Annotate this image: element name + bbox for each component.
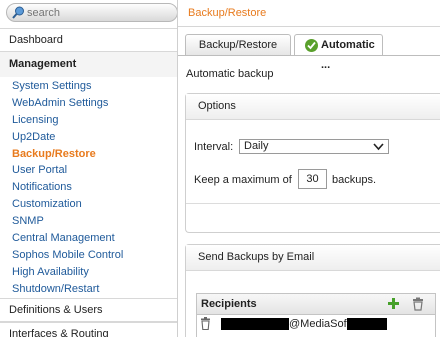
- sidebar-item-sophos-mobile-control[interactable]: Sophos Mobile Control: [12, 247, 123, 264]
- sidebar: Dashboard Management System Settings Web…: [0, 0, 178, 337]
- management-menu: System Settings WebAdmin Settings Licens…: [12, 78, 123, 298]
- keep-max-label: Keep a maximum of: [194, 174, 292, 186]
- check-circle-icon: [305, 39, 318, 52]
- breadcrumb-divider: [178, 26, 440, 27]
- search-icon: [12, 6, 24, 19]
- redaction-bar: [347, 318, 387, 330]
- sidebar-item-snmp[interactable]: SNMP: [12, 213, 123, 230]
- sidebar-item-system-settings[interactable]: System Settings: [12, 78, 123, 95]
- options-divider: [186, 203, 440, 204]
- recipient-email: @MediaSof: [289, 318, 347, 330]
- email-panel-header: Send Backups by Email: [186, 245, 440, 271]
- sidebar-item-shutdown-restart[interactable]: Shutdown/Restart: [12, 281, 123, 298]
- sidebar-section-management[interactable]: Management: [0, 52, 177, 77]
- main-content: Backup/Restore Backup/Restore Automatic …: [178, 0, 440, 337]
- sidebar-item-dashboard[interactable]: Dashboard: [0, 28, 177, 52]
- sidebar-item-notifications[interactable]: Notifications: [12, 179, 123, 196]
- breadcrumb: Backup/Restore: [188, 7, 267, 19]
- interval-selected-value: Daily: [244, 140, 269, 152]
- redaction-bar: [221, 318, 289, 330]
- recipient-row[interactable]: @MediaSof: [199, 316, 435, 332]
- tab-backup-restore[interactable]: Backup/Restore: [185, 34, 291, 55]
- sidebar-item-licensing[interactable]: Licensing: [12, 112, 123, 129]
- sidebar-item-high-availability[interactable]: High Availability: [12, 264, 123, 281]
- sidebar-item-customization[interactable]: Customization: [12, 196, 123, 213]
- interval-label: Interval:: [194, 141, 234, 153]
- sidebar-item-backup-restore[interactable]: Backup/Restore: [12, 146, 123, 163]
- sidebar-item-user-portal[interactable]: User Portal: [12, 162, 123, 179]
- page-title: Automatic backup: [186, 68, 274, 80]
- sidebar-item-up2date[interactable]: Up2Date: [12, 129, 123, 146]
- tab-automatic-backup[interactable]: Automatic ...: [294, 34, 383, 71]
- keep-max-unit: backups.: [332, 174, 377, 186]
- interval-select[interactable]: Daily: [239, 139, 389, 154]
- keep-max-input[interactable]: [298, 169, 327, 189]
- email-backups-panel: Send Backups by Email Recipients @MediaS…: [185, 244, 440, 337]
- sidebar-item-central-management[interactable]: Central Management: [12, 230, 123, 247]
- recipients-list: Recipients @MediaSof: [196, 293, 436, 337]
- sidebar-item-webadmin-settings[interactable]: WebAdmin Settings: [12, 95, 123, 112]
- sidebar-section-interfaces-routing[interactable]: Interfaces & Routing: [0, 322, 177, 337]
- options-panel-header: Options: [186, 94, 440, 120]
- tab-bar-divider: [178, 55, 440, 56]
- options-panel: Options Interval: Daily Keep a maximum o…: [185, 93, 440, 233]
- chevron-down-icon: [373, 143, 384, 151]
- search-box[interactable]: [6, 3, 177, 22]
- trash-icon[interactable]: [411, 297, 425, 311]
- add-icon[interactable]: [387, 297, 400, 310]
- sidebar-section-definitions-users[interactable]: Definitions & Users: [0, 298, 177, 322]
- trash-icon[interactable]: [200, 317, 211, 330]
- search-input[interactable]: [27, 5, 172, 20]
